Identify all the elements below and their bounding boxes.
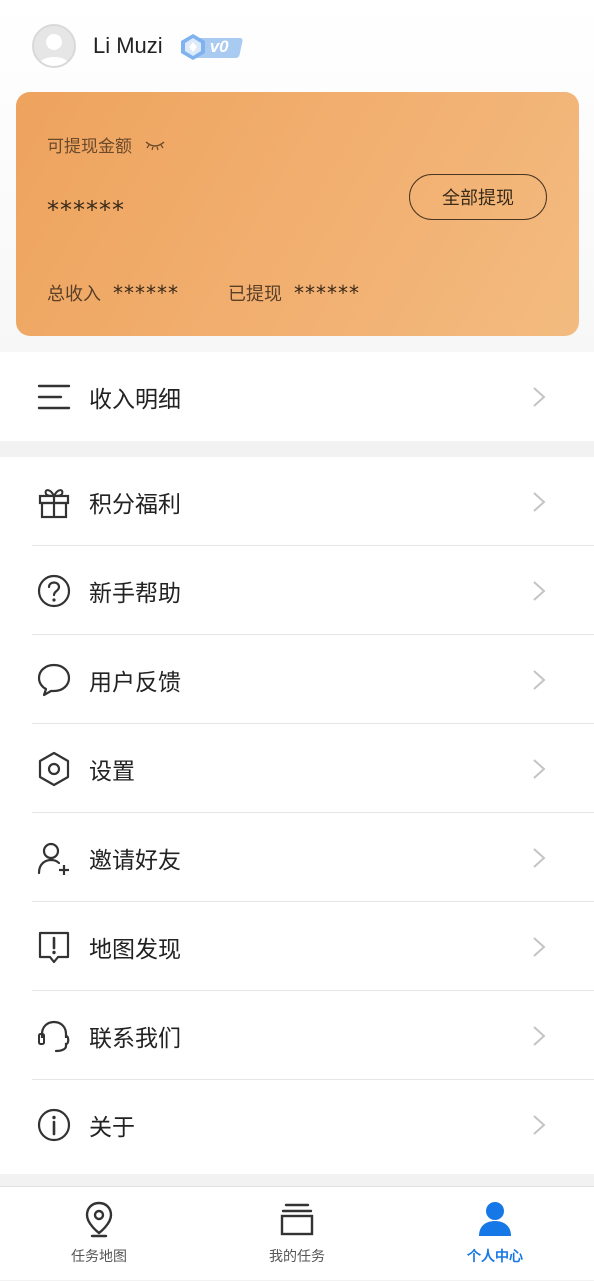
- menu-item-points-benefits[interactable]: 积分福利: [0, 457, 594, 546]
- menu-section: 积分福利 新手帮助 用户反馈 设置 邀请好友 地图发现 联系我们 关于: [0, 457, 594, 1174]
- withdrawable-label: 可提现金额: [47, 132, 166, 157]
- chevron-right-icon: [533, 847, 546, 868]
- stack-icon: [280, 1203, 314, 1236]
- chevron-right-icon: [533, 386, 546, 407]
- menu-item-user-feedback[interactable]: 用户反馈: [0, 635, 594, 724]
- eye-closed-icon[interactable]: [144, 139, 166, 151]
- chevron-right-icon: [533, 1025, 546, 1046]
- info-icon: [37, 1108, 71, 1141]
- menu-item-label: 关于: [89, 1114, 135, 1141]
- tab-my-tasks[interactable]: 我的任务: [198, 1187, 396, 1281]
- headset-icon: [38, 1020, 70, 1052]
- menu-item-label: 积分福利: [89, 491, 181, 518]
- settings-hexagon-icon: [38, 751, 70, 786]
- withdrawn-value: ******: [294, 281, 360, 305]
- total-income: 总收入 ******: [47, 280, 179, 306]
- level-badge: v0: [179, 33, 243, 60]
- menu-item-settings[interactable]: 设置: [0, 724, 594, 813]
- chevron-right-icon: [533, 1114, 546, 1135]
- report-exclamation-icon: [38, 931, 70, 963]
- person-icon: [479, 1202, 511, 1236]
- chevron-right-icon: [533, 491, 546, 512]
- help-icon: [37, 574, 71, 607]
- menu-item-about[interactable]: 关于: [0, 1080, 594, 1169]
- tab-label: 个人中心: [467, 1249, 523, 1265]
- tab-task-map[interactable]: 任务地图: [0, 1187, 198, 1281]
- menu-item-invite-friends[interactable]: 邀请好友: [0, 813, 594, 902]
- tab-personal-center[interactable]: 个人中心: [396, 1187, 594, 1281]
- tab-label: 我的任务: [269, 1249, 325, 1265]
- gift-icon: [38, 488, 70, 518]
- chevron-right-icon: [533, 669, 546, 690]
- bottom-tab-bar: 任务地图 我的任务 个人中心: [0, 1186, 594, 1280]
- menu-item-label: 邀请好友: [89, 847, 181, 874]
- menu-item-label: 地图发现: [89, 936, 181, 963]
- menu-item-contact-us[interactable]: 联系我们: [0, 991, 594, 1080]
- chevron-right-icon: [533, 936, 546, 957]
- menu-item-label: 用户反馈: [89, 669, 181, 696]
- withdrawn-label: 已提现: [228, 284, 282, 305]
- menu-item-label: 收入明细: [89, 386, 181, 413]
- chevron-right-icon: [533, 758, 546, 779]
- chat-bubble-icon: [37, 663, 71, 696]
- withdrawable-amount: ******: [47, 196, 125, 224]
- menu-item-map-discovery[interactable]: 地图发现: [0, 902, 594, 991]
- menu-item-label: 设置: [89, 758, 135, 785]
- username: Li Muzi: [93, 33, 163, 58]
- list-icon: [37, 384, 71, 409]
- map-pin-icon: [85, 1201, 113, 1238]
- level-text: v0: [209, 37, 229, 56]
- diamond-icon: [180, 34, 205, 60]
- total-income-label: 总收入: [47, 284, 101, 305]
- menu-item-beginner-help[interactable]: 新手帮助: [0, 546, 594, 635]
- profile-header: Li Muzi v0 可提现金额 ****** 全部提现 总收入 ****** …: [0, 0, 594, 352]
- withdraw-all-button[interactable]: 全部提现: [409, 174, 547, 220]
- avatar[interactable]: [32, 24, 76, 68]
- default-avatar-icon: [38, 34, 70, 66]
- withdrawable-label-text: 可提现金额: [47, 137, 132, 157]
- user-row: Li Muzi v0: [32, 24, 243, 68]
- wallet-card: 可提现金额 ****** 全部提现 总收入 ****** 已提现 ******: [16, 92, 579, 336]
- income-section: 收入明细: [0, 352, 594, 441]
- add-user-icon: [37, 842, 69, 875]
- menu-item-income-detail[interactable]: 收入明细: [0, 352, 594, 441]
- menu-item-label: 联系我们: [89, 1025, 181, 1052]
- chevron-right-icon: [533, 580, 546, 601]
- menu-item-label: 新手帮助: [89, 580, 181, 607]
- tab-label: 任务地图: [71, 1249, 127, 1265]
- total-income-value: ******: [113, 281, 179, 305]
- withdrawn: 已提现 ******: [228, 280, 360, 306]
